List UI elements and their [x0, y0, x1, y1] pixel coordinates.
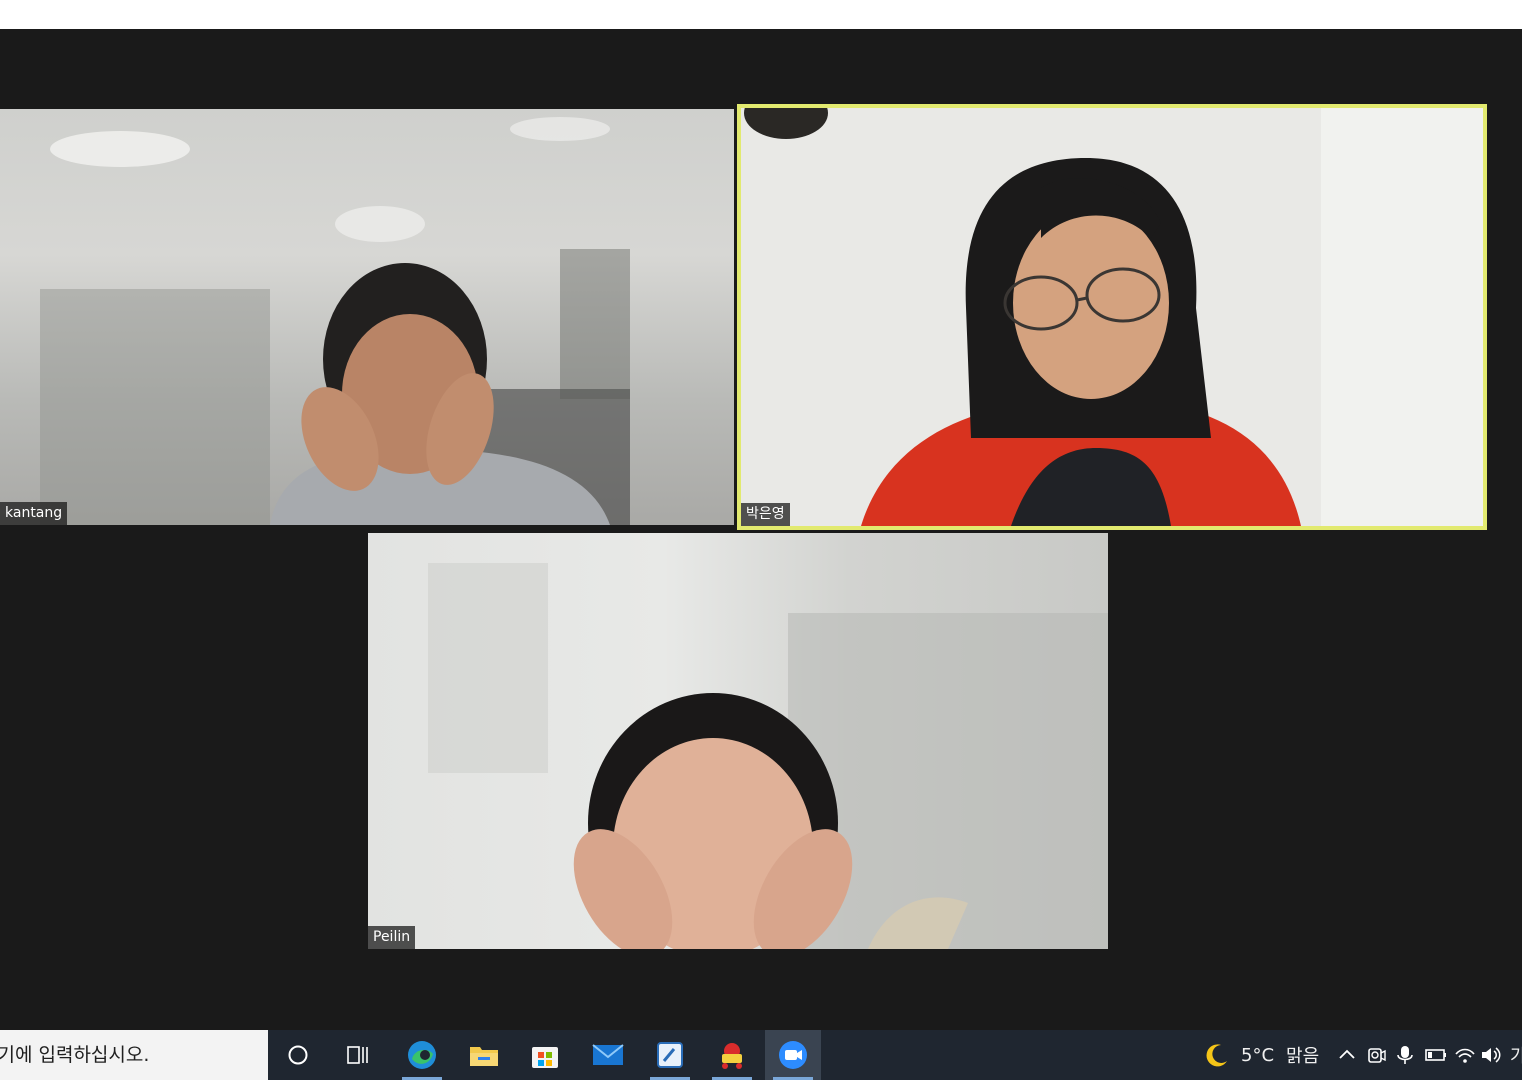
- video-tile-peilin[interactable]: Peilin: [368, 533, 1108, 949]
- edge-icon: [408, 1041, 436, 1069]
- volume-icon[interactable]: [1480, 1044, 1502, 1066]
- windows-taskbar: 여기에 입력하십시오.: [0, 1030, 1522, 1080]
- weather-widget[interactable]: 5°C 맑음: [1203, 1030, 1319, 1080]
- cortana-icon: [288, 1045, 308, 1065]
- weather-temperature: 5°C: [1241, 1044, 1275, 1066]
- task-view-icon: [347, 1046, 368, 1064]
- chevron-up-icon[interactable]: [1336, 1044, 1358, 1066]
- task-view-button[interactable]: [330, 1030, 386, 1080]
- zoom-icon: [779, 1041, 807, 1069]
- cortana-button[interactable]: [270, 1030, 326, 1080]
- wifi-icon[interactable]: [1454, 1044, 1476, 1066]
- search-placeholder: 여기에 입력하십시오.: [0, 1044, 150, 1066]
- notes-app-icon: [657, 1042, 683, 1068]
- microphone-icon[interactable]: [1394, 1044, 1416, 1066]
- microsoft-store-icon: [532, 1047, 558, 1068]
- ime-indicator[interactable]: 가: [1510, 1042, 1522, 1068]
- moon-icon: [1206, 1044, 1227, 1067]
- video-tile-kantang[interactable]: kantang: [0, 109, 734, 525]
- edge-button[interactable]: [394, 1030, 450, 1080]
- system-tray: 가: [1336, 1030, 1522, 1080]
- participant-video: [428, 563, 1108, 949]
- pdf-app-button[interactable]: [704, 1030, 760, 1080]
- video-tile-active-speaker[interactable]: 박은영: [737, 104, 1487, 530]
- participant-video: [744, 108, 1483, 526]
- microsoft-store-button[interactable]: [517, 1030, 573, 1080]
- weather-description: 맑음: [1286, 1046, 1320, 1067]
- file-explorer-icon: [470, 1047, 498, 1066]
- battery-icon[interactable]: [1424, 1044, 1448, 1066]
- notes-app-button[interactable]: [642, 1030, 698, 1080]
- participant-video: [40, 117, 630, 525]
- file-explorer-button[interactable]: [456, 1030, 512, 1080]
- camera-icon[interactable]: [1366, 1044, 1388, 1066]
- mail-icon: [592, 1044, 624, 1065]
- participant-name-label: Peilin: [368, 926, 416, 949]
- participant-name-label: kantang: [0, 502, 68, 525]
- participant-name-label: 박은영: [741, 503, 790, 526]
- zoom-button[interactable]: [765, 1030, 821, 1080]
- taskbar-search-input[interactable]: 여기에 입력하십시오.: [0, 1030, 268, 1080]
- window-title-bar: [0, 0, 1522, 29]
- mail-button[interactable]: [580, 1030, 636, 1080]
- pdf-app-icon: [722, 1043, 742, 1069]
